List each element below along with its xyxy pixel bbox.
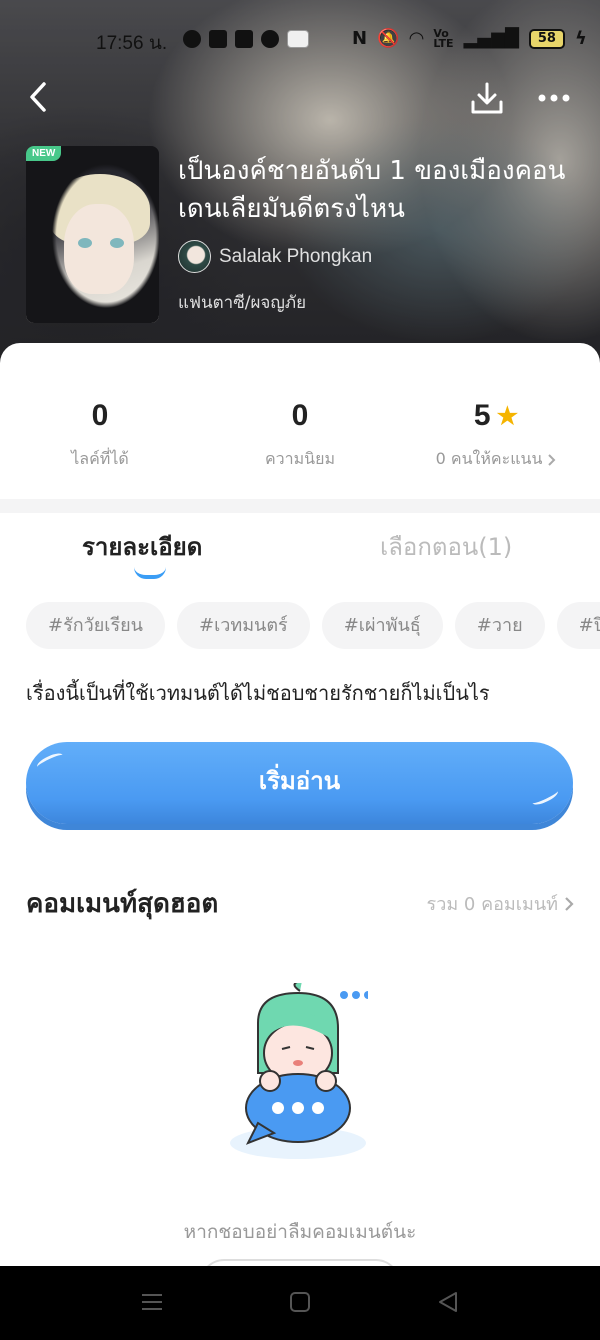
empty-comments-text: หากชอบอย่าลืมคอมเมนต์นะ [183,1221,417,1243]
comments-heading: คอมเมนท์สุดฮอต [26,889,219,919]
empty-comments-mascot-icon [230,983,368,1159]
system-icons: N 🔕 ◠ Vo LTE ▂▄▆█ 58 ϟ [352,26,587,50]
comments-total-link[interactable]: รวม 0 คอมเมนท์ [427,889,574,918]
capcut-icon [235,30,253,48]
signal-icon: ▂▄▆█ [463,28,519,49]
mute-icon: 🔕 [377,28,400,49]
system-navigation-bar [0,1266,600,1340]
status-bar: 17:56 น. N 🔕 ◠ Vo LTE ▂▄▆█ 58 ϟ [0,24,600,55]
tag-chip[interactable]: #เผ่าพันธุ์ [321,602,443,649]
new-badge: NEW [26,146,62,161]
more-options-icon[interactable] [536,88,572,108]
likes-stat: 0 ไลค์ที่ได้ [0,399,200,472]
rating-score: 5 [473,399,491,432]
chevron-right-icon [565,896,574,911]
author-avatar[interactable] [178,240,211,273]
section-divider [0,499,600,513]
home-icon[interactable] [288,1290,312,1314]
youtube-icon [209,30,227,48]
tab-details[interactable]: รายละเอียด [82,527,202,566]
tag-chip[interactable]: #เวทมนตร์ [176,602,310,649]
charging-icon: ϟ [574,28,587,49]
tag-chip[interactable]: #รักวัยเรียน [26,602,165,649]
start-reading-label: เริ่มอ่าน [258,767,341,795]
rating-stat[interactable]: 5 ★ 0 คนให้คะแนน [396,399,596,472]
cover-image: NEW [26,146,159,323]
comments-header: คอมเมนท์สุดฮอต รวม 0 คอมเมนท์ [26,883,574,923]
author-row[interactable]: Salalak Phongkan [178,240,372,273]
chevron-right-icon [548,453,556,466]
rating-count-label[interactable]: 0 คนให้คะแนน [436,447,543,472]
volte-icon: Vo LTE [433,26,454,50]
popularity-count: 0 [291,399,309,432]
stats-row: 0 ไลค์ที่ได้ 0 ความนิยม 5 ★ 0 คนให้คะแนน [0,399,600,479]
messenger-icon [261,30,279,48]
tag-chip[interactable]: #ปีศ [556,602,600,649]
download-icon[interactable] [470,80,504,116]
star-icon: ★ [496,402,519,430]
start-reading-button[interactable]: เริ่มอ่าน [26,742,573,824]
tag-chip[interactable]: #วาย [454,602,545,649]
tab-indicator [134,567,166,579]
author-name[interactable]: Salalak Phongkan [219,246,372,268]
battery-icon: 58 [528,28,565,49]
notification-icons [183,30,309,48]
app-notification-icon [287,30,309,48]
genre-label: แฟนตาซี/ผจญภัย [178,293,307,313]
popularity-stat: 0 ความนิยม [200,399,400,472]
detail-card: 0 ไลค์ที่ได้ 0 ความนิยม 5 ★ 0 คนให้คะแนน… [0,343,600,1289]
wifi-icon: ◠ [409,28,424,49]
recent-apps-icon[interactable] [140,1290,164,1314]
tag-list: #รักวัยเรียน #เวทมนตร์ #เผ่าพันธุ์ #วาย … [26,602,600,650]
popularity-label: ความนิยม [264,449,336,468]
status-time: 17:56 น. [96,33,168,54]
back-nav-icon[interactable] [436,1290,460,1314]
likes-label: ไลค์ที่ได้ [71,449,129,468]
nfc-icon: N [352,28,368,49]
tab-episodes[interactable]: เลือกตอน(1) [380,527,512,566]
comments-total[interactable]: รวม 0 คอมเมนท์ [427,889,558,918]
facebook-icon [183,30,201,48]
story-title: เป็นองค์ชายอันดับ 1 ของเมืองคอนเดนเลียมั… [178,156,566,224]
story-description: เรื่องนี้เป็นที่ใช้เวทมนต์ได้ไม่ชอบชายรั… [26,681,490,705]
back-icon[interactable] [24,80,54,114]
tab-bar: รายละเอียด เลือกตอน(1) [0,527,600,579]
likes-count: 0 [91,399,109,432]
